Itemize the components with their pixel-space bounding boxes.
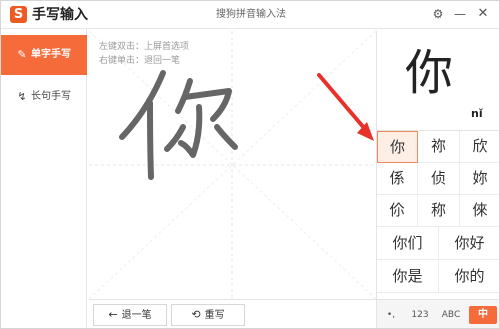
preview-character: 你: [405, 45, 454, 101]
edit-icon: ✎: [17, 48, 27, 61]
candidate-preview: 你 nǐ: [377, 31, 499, 131]
mode-sidebar: ✎ 单字手写 ↯ 长句手写: [1, 29, 87, 328]
back-arrow-icon: ←: [108, 308, 118, 321]
chinese-mode-toggle[interactable]: 中: [469, 306, 497, 324]
pad-toolbar: ← 退一笔 ⟲ 重写: [89, 299, 376, 328]
undo-stroke-button[interactable]: ← 退一笔: [93, 304, 167, 326]
candidate-cell[interactable]: 欣: [460, 131, 499, 163]
handwritten-stroke: [119, 70, 238, 180]
handwriting-input-window: S 手写输入 搜狗拼音输入法 ⚙ — ✕ ✎ 单字手写 ↯ 长句手写 左键双击：…: [0, 0, 500, 329]
candidate-panel: 你 nǐ 你 祢 欣 係 侦 妳 伱 称 倈 你们 你好 你是 你的 •, 12…: [376, 31, 499, 328]
minimize-icon[interactable]: —: [452, 6, 468, 22]
gear-icon[interactable]: ⚙: [430, 6, 446, 22]
handwriting-icon: ↯: [17, 90, 27, 103]
title-bar: S 手写输入 搜狗拼音输入法 ⚙ — ✕: [1, 1, 499, 29]
keyboard-switch-bar: •, 123 ABC 中: [377, 299, 499, 328]
sidebar-item-long-sentence[interactable]: ↯ 长句手写: [1, 77, 87, 117]
candidate-cell[interactable]: 倈: [460, 195, 499, 227]
writing-pad[interactable]: 左键双击：上屏首选项 右键单击：退回一笔: [89, 31, 376, 299]
sidebar-item-label: 长句手写: [31, 91, 71, 102]
candidate-cell[interactable]: 祢: [418, 131, 460, 163]
candidate-cell[interactable]: 称: [418, 195, 460, 227]
window-title: 搜狗拼音输入法: [216, 9, 286, 20]
close-icon[interactable]: ✕: [475, 6, 491, 22]
candidate-cell[interactable]: 妳: [460, 163, 499, 195]
candidate-word-cell[interactable]: 你的: [439, 260, 499, 293]
candidate-cell[interactable]: 侦: [418, 163, 460, 195]
hint-right-click: 右键单击：退回一笔: [99, 56, 181, 66]
candidate-word-cell[interactable]: 你好: [439, 227, 499, 260]
sidebar-item-label: 单字手写: [31, 49, 71, 60]
hint-double-click: 左键双击：上屏首选项: [99, 42, 190, 52]
english-keyboard-toggle[interactable]: ABC: [437, 306, 465, 324]
preview-pinyin: nǐ: [471, 107, 483, 120]
candidate-cell[interactable]: 係: [377, 163, 418, 195]
sidebar-item-single-char[interactable]: ✎ 单字手写: [1, 35, 87, 75]
undo-stroke-label: 退一笔: [121, 310, 152, 321]
candidate-word-cell[interactable]: 你们: [377, 227, 439, 260]
candidate-cell[interactable]: 伱: [377, 195, 418, 227]
punctuation-toggle[interactable]: •,: [379, 306, 403, 324]
rewrite-button[interactable]: ⟲ 重写: [171, 304, 245, 326]
writing-guide-grid: [89, 31, 376, 299]
refresh-icon: ⟲: [191, 308, 201, 321]
number-keyboard-toggle[interactable]: 123: [407, 306, 433, 324]
candidate-cell[interactable]: 你: [377, 131, 418, 163]
candidate-word-cell[interactable]: 你是: [377, 260, 439, 293]
rewrite-label: 重写: [204, 310, 225, 321]
